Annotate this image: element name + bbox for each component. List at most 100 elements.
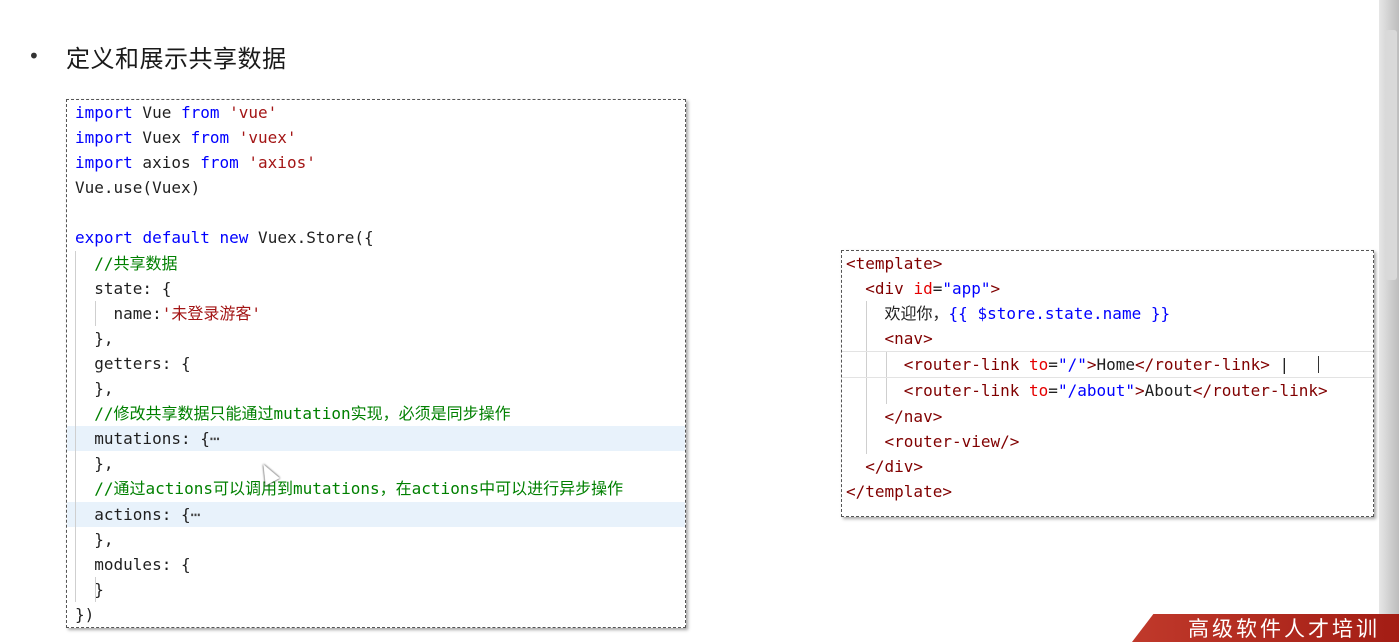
code-text: 欢迎你，	[884, 304, 949, 324]
code-line: </template>	[842, 479, 1373, 504]
code-token: from	[190, 128, 230, 148]
code-line: </div>	[842, 454, 1373, 479]
code-token: 'axios'	[248, 153, 316, 173]
code-tag: >	[990, 279, 1001, 299]
code-text: Home	[1096, 355, 1136, 375]
code-line: export default new Vuex.Store({	[67, 225, 685, 250]
code-line: state: {	[67, 275, 685, 301]
code-attr-value: "/about"	[1057, 381, 1135, 401]
code-token: },	[94, 529, 114, 549]
code-token: from	[200, 153, 239, 173]
brand-banner-text: 高级软件人才培训	[1188, 617, 1380, 641]
code-token: actions: {	[94, 504, 191, 524]
slide-heading: 定义和展示共享数据	[66, 44, 287, 73]
code-token: 'vue'	[229, 103, 278, 122]
code-token: export	[75, 228, 133, 248]
store-code-block: import Vue from 'vue' import Vuex from '…	[66, 99, 686, 628]
code-attr-value: "/"	[1057, 355, 1087, 375]
code-line: <template>	[842, 251, 1373, 276]
code-token: mutations: {	[94, 429, 210, 449]
code-token: },	[94, 379, 114, 399]
code-token: =	[932, 279, 943, 299]
code-tag: </template>	[846, 481, 952, 501]
code-tag: <router-link	[903, 381, 1030, 401]
code-line: <nav>	[842, 326, 1373, 352]
code-tag: </router-link>	[1135, 355, 1270, 375]
scrollbar[interactable]	[1385, 30, 1397, 280]
code-attr: to	[1029, 355, 1049, 375]
bullet-point: • 定义和展示共享数据	[28, 38, 287, 74]
code-line: </nav>	[842, 403, 1373, 429]
code-line: Vue.use(Vuex)	[75, 178, 201, 198]
fold-ellipsis-icon[interactable]: ⋯	[191, 505, 201, 524]
code-token: state: {	[94, 278, 172, 298]
code-line: getters: {	[67, 350, 685, 377]
code-line: //共享数据	[67, 250, 685, 276]
text-caret	[1318, 356, 1319, 374]
code-token: import	[75, 128, 133, 148]
code-attr: id	[913, 279, 933, 299]
code-token: import	[75, 103, 133, 122]
code-token: default	[142, 228, 210, 248]
code-line: })	[75, 604, 95, 624]
code-expression: {{ $store.state.name }}	[948, 304, 1171, 324]
code-text: About	[1144, 381, 1193, 401]
code-line: <router-link to="/about">About</router-l…	[842, 378, 1373, 404]
bullet-dot: •	[28, 44, 40, 68]
template-code-block: <template> <div id="app"> 欢迎你，{{ $store.…	[841, 250, 1374, 517]
code-token: import	[75, 153, 133, 173]
code-token: Vue	[132, 103, 181, 122]
code-token: modules: {	[94, 554, 191, 574]
code-line-folded[interactable]: mutations: {⋯	[67, 426, 685, 452]
code-token: '未登录游客'	[161, 303, 261, 323]
code-line: }	[67, 576, 685, 602]
code-token: =	[1048, 381, 1058, 401]
code-line: import Vue from 'vue'	[67, 100, 685, 125]
code-tag: >	[1135, 381, 1145, 401]
code-comment: //修改共享数据只能通过mutation实现，必须是同步操作	[94, 404, 511, 424]
code-token: new	[219, 228, 249, 248]
code-tag: <router-link	[903, 355, 1030, 375]
code-attr-value: "app"	[942, 279, 991, 299]
fold-ellipsis-icon[interactable]: ⋯	[210, 429, 220, 448]
code-tag: <nav>	[884, 329, 933, 349]
code-line: },	[67, 376, 685, 402]
code-token: name:	[113, 303, 162, 323]
code-text: |	[1269, 355, 1290, 375]
code-tag: <div	[865, 279, 914, 299]
code-line: import Vuex from 'vuex'	[67, 125, 685, 150]
code-line: <router-view/>	[842, 428, 1373, 454]
code-tag: <router-view/>	[884, 431, 1020, 451]
code-line: },	[67, 526, 685, 552]
code-tag: </div>	[865, 456, 924, 476]
code-token: =	[1048, 355, 1058, 375]
code-line: <router-link to="/">Home</router-link> |	[842, 351, 1373, 379]
code-tag: </router-link>	[1192, 381, 1328, 401]
code-comment: //通过actions可以调用到mutations，在actions中可以进行异…	[94, 479, 624, 499]
code-line: },	[67, 451, 685, 477]
code-line: import axios from 'axios'	[67, 150, 685, 175]
code-tag: </nav>	[884, 406, 943, 426]
code-token: },	[94, 328, 114, 348]
code-comment: //共享数据	[94, 253, 178, 273]
code-line: <div id="app">	[842, 276, 1373, 301]
code-line: 欢迎你，{{ $store.state.name }}	[842, 301, 1373, 327]
code-token: 'vuex'	[238, 128, 297, 148]
code-line: name:'未登录游客'	[67, 300, 685, 326]
code-token: from	[180, 103, 220, 122]
code-token: },	[94, 454, 114, 474]
code-token: Vuex	[132, 128, 191, 148]
code-line-folded[interactable]: actions: {⋯	[67, 501, 685, 527]
code-line: modules: {	[67, 551, 685, 577]
code-token: getters: {	[94, 353, 191, 373]
code-attr: to	[1029, 381, 1049, 401]
code-token: axios	[132, 153, 201, 173]
code-line: //修改共享数据只能通过mutation实现，必须是同步操作	[67, 401, 685, 427]
code-token: Vuex.Store({	[248, 228, 374, 248]
code-line: //通过actions可以调用到mutations，在actions中可以进行异…	[67, 476, 685, 502]
code-line: },	[67, 325, 685, 351]
